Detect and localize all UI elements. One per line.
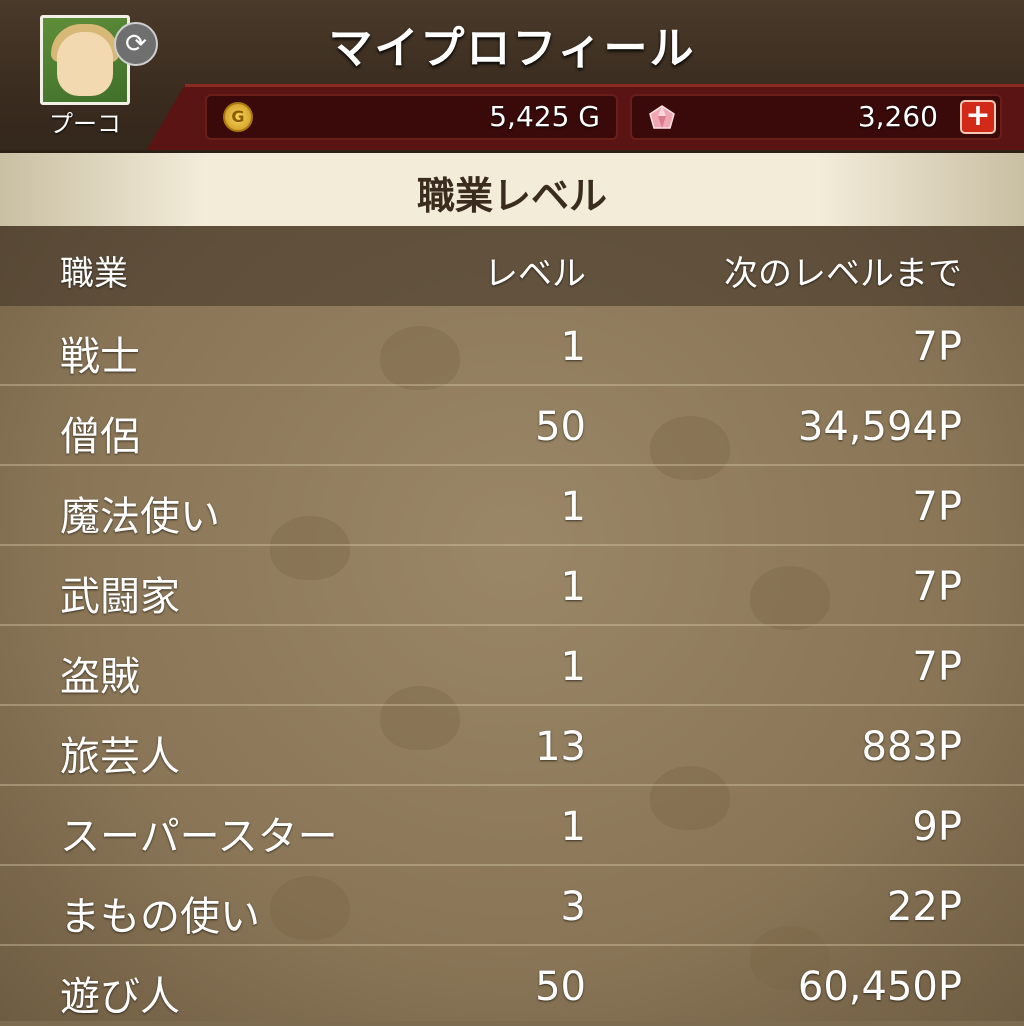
avatar[interactable] [40,15,130,105]
table-row: まもの使い 3 22P [0,866,1024,946]
gold-display: G 5,425 G [205,94,618,140]
gem-amount: 3,260 [857,100,938,133]
section-title: 職業レベル [416,174,607,218]
job-level: 50 [535,404,586,450]
username: プーコ [49,110,121,138]
gem-icon [649,105,675,129]
job-level: 13 [535,724,586,770]
gold-amount: 5,425 G [489,100,600,133]
job-name: 旅芸人 [60,734,180,780]
job-level: 50 [535,964,586,1010]
job-level-table: 職業 レベル 次のレベルまで 戦士 1 7P 僧侶 50 34,594P 魔法使… [0,226,1024,1021]
table-row: 盗賊 1 7P [0,626,1024,706]
add-gems-button[interactable]: + [960,100,996,134]
column-header-job: 職業 [60,254,128,294]
points-to-next-level: 9P [912,804,962,850]
job-level: 1 [560,324,586,370]
gold-coin-icon: G [223,102,253,132]
job-name: 魔法使い [60,494,220,540]
job-level: 1 [560,644,586,690]
table-row: スーパースター 1 9P [0,786,1024,866]
table-row: 僧侶 50 34,594P [0,386,1024,466]
job-level: 1 [560,564,586,610]
job-level: 1 [560,804,586,850]
table-row: 戦士 1 7P [0,306,1024,386]
points-to-next-level: 60,450P [797,964,962,1010]
gem-display: 3,260 + [630,94,1002,140]
points-to-next-level: 7P [912,484,962,530]
job-name: スーパースター [60,814,338,860]
points-to-next-level: 22P [886,884,962,930]
job-name: 遊び人 [60,974,180,1020]
points-to-next-level: 7P [912,564,962,610]
job-name: 盗賊 [60,654,140,700]
job-level: 1 [560,484,586,530]
table-header: 職業 レベル 次のレベルまで [0,226,1024,306]
job-name: まもの使い [60,894,260,940]
job-name: 武闘家 [60,574,180,620]
job-level: 3 [560,884,586,930]
table-row: 魔法使い 1 7P [0,466,1024,546]
section-title-band: 職業レベル [0,150,1024,226]
table-row: 旅芸人 13 883P [0,706,1024,786]
points-to-next-level: 7P [912,324,962,370]
app-header: マイプロフィール ⟳ プーコ G 5,425 G 3,260 + [0,0,1024,153]
job-name: 戦士 [60,334,140,380]
job-name: 僧侶 [60,414,140,460]
column-header-level: レベル [484,254,586,294]
points-to-next-level: 883P [861,724,962,770]
table-row: 遊び人 50 60,450P [0,946,1024,1026]
points-to-next-level: 34,594P [797,404,962,450]
refresh-icon[interactable]: ⟳ [114,22,158,66]
points-to-next-level: 7P [912,644,962,690]
table-row: 武闘家 1 7P [0,546,1024,626]
column-header-next-level: 次のレベルまで [724,254,962,294]
plus-icon: + [965,98,991,133]
